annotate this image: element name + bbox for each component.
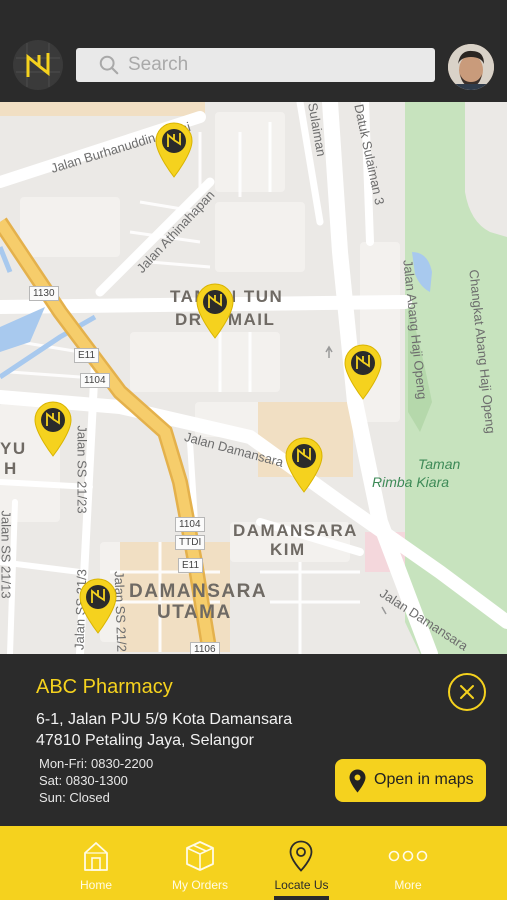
hours-sunday: Sun: Closed [39,790,110,805]
street-label: Jalan SS 21/23 [74,425,90,514]
search-input[interactable] [128,48,418,82]
hours-saturday: Sat: 0830-1300 [39,773,128,788]
route-shield: E11 [74,348,100,363]
store-pin[interactable] [155,122,193,178]
box-icon [186,841,214,871]
store-pin[interactable] [196,283,234,339]
store-pin[interactable] [34,401,72,457]
area-label: YU [0,439,27,458]
hours-weekday: Mon-Fri: 0830-2200 [39,756,154,771]
active-tab-indicator [274,896,329,900]
user-avatar[interactable] [448,44,494,90]
route-shield: TTDI [175,535,206,550]
open-in-maps-label: Open in maps [374,771,474,788]
nav-item-locate-us[interactable]: Locate Us [274,826,329,900]
map-view[interactable]: Jalan Burhanuddin Helmi Jalan Athinahapa… [0,102,507,654]
store-pin[interactable] [285,437,323,493]
more-dots-icon [388,850,428,862]
route-shield: E11 [178,558,204,573]
open-in-maps-button[interactable]: Open in maps [335,759,486,802]
app-header [0,0,507,102]
location-pin-icon [289,840,313,872]
park-label: Rimba Kiara [372,474,450,490]
close-panel-button[interactable] [448,673,486,711]
search-bar[interactable] [76,48,435,82]
bottom-nav: Home My Orders Locate Us More [0,826,507,900]
nav-label: More [394,878,422,892]
route-shield: 1106 [190,642,220,654]
search-icon [99,55,119,75]
place-address: 6-1, Jalan PJU 5/9 Kota Damansara 47810 … [36,709,292,751]
opening-hours: Mon-Fri: 0830-2200 Sat: 0830-1300 Sun: C… [39,755,153,806]
area-label: DAMANSARA [129,581,268,602]
nav-label: My Orders [171,878,228,892]
route-shield: 1104 [80,373,110,388]
area-label: DAMANSARA [233,521,358,540]
home-icon [84,842,108,871]
address-line-1: 6-1, Jalan PJU 5/9 Kota Damansara [36,711,293,728]
nav-label: Home [79,878,112,892]
nav-item-more[interactable]: More [372,826,444,900]
area-label: H [4,459,18,478]
route-shield: 1104 [175,517,205,532]
place-name: ABC Pharmacy [36,676,173,698]
logo-icon [14,41,62,89]
store-pin[interactable] [344,344,382,400]
store-pin[interactable] [79,578,117,634]
nav-label: Locate Us [274,878,329,892]
park-label: Taman [418,456,461,472]
nav-item-home[interactable]: Home [60,826,132,900]
location-pin-icon [349,769,366,793]
address-line-2: 47810 Petaling Jaya, Selangor [36,732,254,749]
close-icon [460,685,474,699]
app-logo[interactable] [13,40,63,90]
avatar-photo [448,44,494,90]
route-shield: 1130 [29,286,59,301]
street-label: Jalan SS 21/13 [0,510,14,599]
area-label: UTAMA [157,602,232,623]
nav-item-my-orders[interactable]: My Orders [164,826,236,900]
area-label: KIM [270,540,306,559]
